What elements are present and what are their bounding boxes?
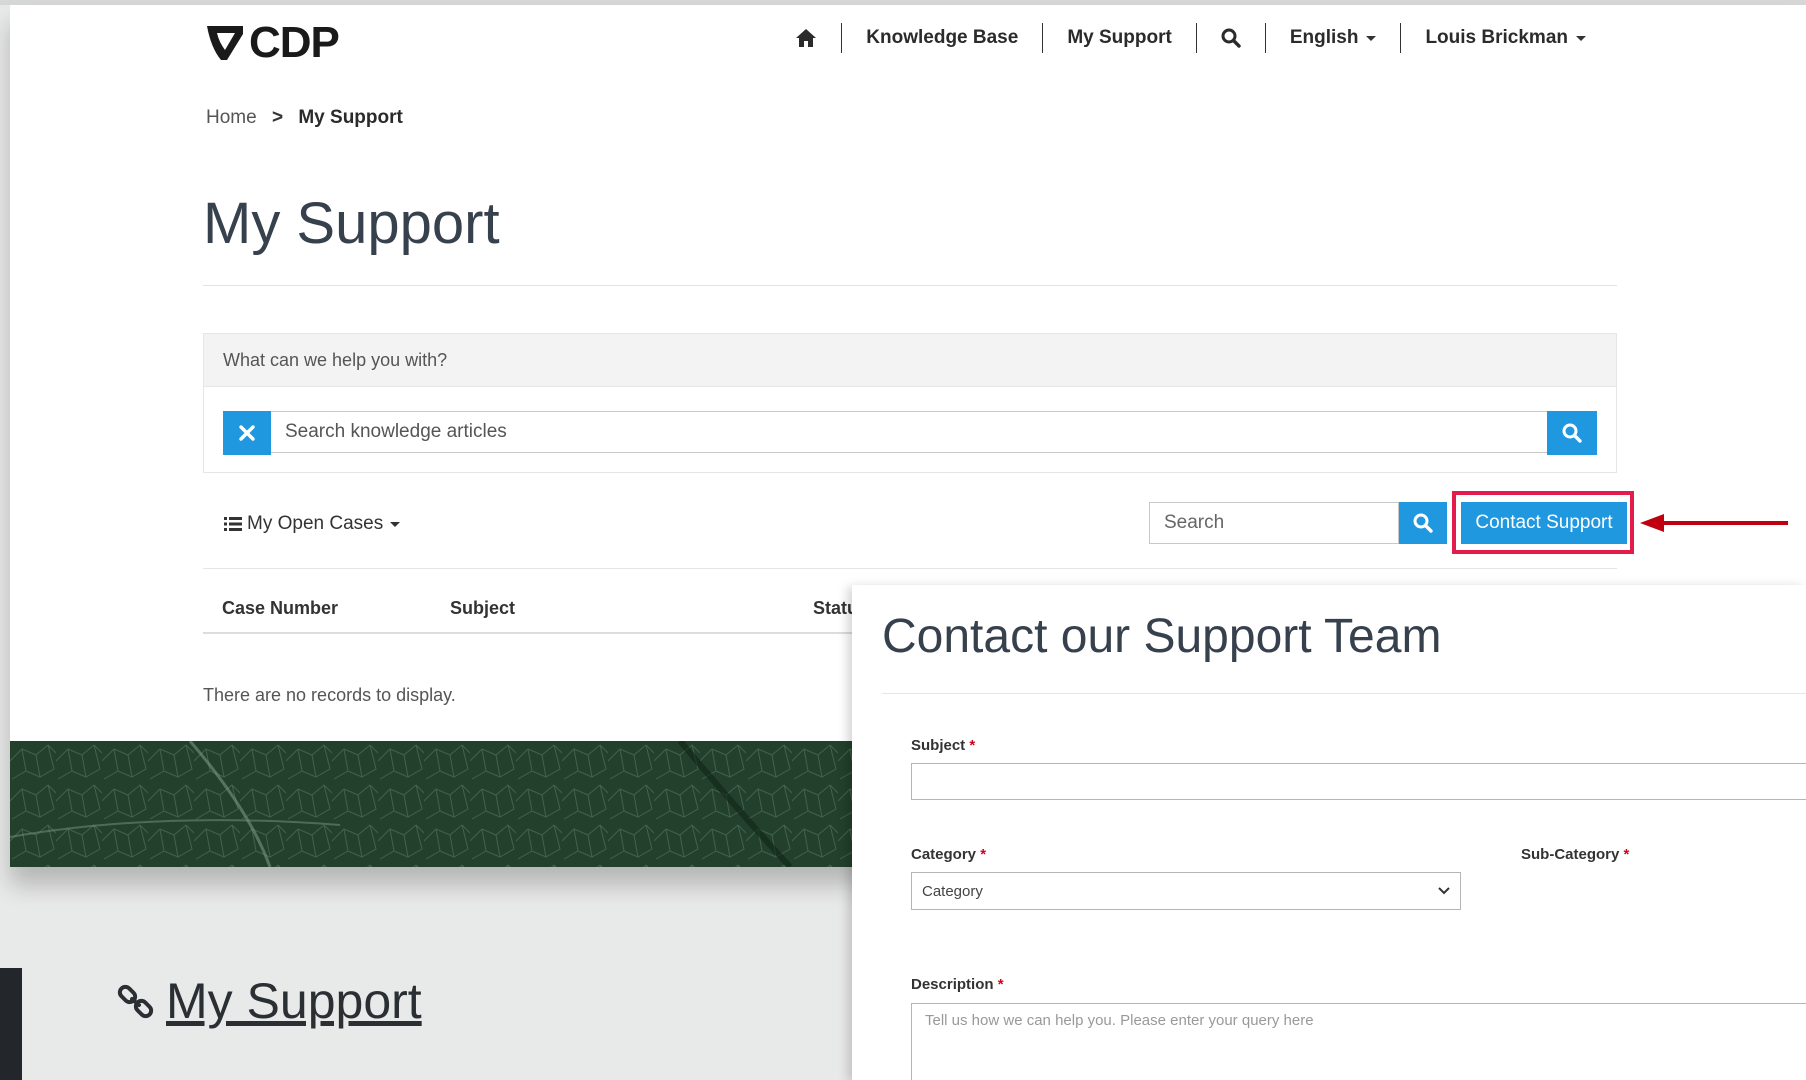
description-textarea[interactable]	[911, 1003, 1806, 1080]
case-view-dropdown[interactable]: My Open Cases	[224, 513, 401, 535]
category-selected-value: Category	[922, 882, 983, 900]
description-label-text: Description	[911, 976, 994, 993]
language-label: English	[1289, 27, 1359, 48]
category-select[interactable]: Category	[911, 872, 1461, 910]
case-view-label: My Open Cases	[247, 513, 384, 534]
cdp-leaf-icon	[207, 26, 243, 60]
knowledge-search-button[interactable]	[1547, 411, 1597, 455]
home-icon	[796, 29, 817, 47]
contact-support-button[interactable]: Contact Support	[1461, 502, 1627, 544]
chevron-down-icon	[1576, 35, 1586, 41]
column-header-subject[interactable]: Subject	[450, 598, 515, 619]
breadcrumb-current: My Support	[298, 107, 403, 128]
required-marker: *	[997, 976, 1004, 993]
cases-toolbar: My Open Cases Contact Support	[203, 483, 1634, 568]
breadcrumb-separator: >	[271, 107, 284, 128]
breadcrumb-home[interactable]: Home	[206, 107, 257, 128]
page-title: My Support	[203, 191, 500, 256]
brand-name: CDP	[249, 18, 340, 67]
knowledge-search-input[interactable]	[271, 411, 1547, 453]
list-icon	[224, 517, 242, 531]
breadcrumb: Home > My Support	[206, 107, 403, 129]
cdp-logo[interactable]: CDP	[205, 18, 340, 67]
contact-form-divider	[882, 693, 1806, 694]
sidebar-edge	[0, 968, 22, 1080]
required-marker: *	[969, 737, 976, 754]
column-header-case-number[interactable]: Case Number	[222, 598, 338, 619]
contact-form-title: Contact our Support Team	[882, 610, 1442, 663]
title-divider	[203, 285, 1617, 286]
doc-link-text: My Support	[166, 973, 422, 1029]
top-nav: Knowledge Base My Support English Louis …	[771, 23, 1610, 53]
link-icon	[117, 984, 154, 1019]
nav-search[interactable]	[1195, 23, 1265, 53]
toolbar-divider	[203, 568, 1617, 569]
knowledge-search	[223, 411, 1597, 455]
pointer-arrow	[1640, 514, 1788, 532]
close-icon	[239, 425, 255, 441]
subject-label-text: Subject	[911, 737, 966, 754]
subject-label: Subject *	[911, 737, 975, 754]
nav-my-support[interactable]: My Support	[1042, 23, 1196, 53]
help-heading: What can we help you with?	[204, 334, 1616, 387]
empty-table-message: There are no records to display.	[203, 685, 456, 705]
nav-language[interactable]: English	[1264, 23, 1401, 53]
search-icon	[1413, 513, 1433, 533]
required-marker: *	[1623, 846, 1630, 863]
search-icon	[1221, 28, 1241, 48]
case-search-button[interactable]	[1399, 502, 1447, 544]
nav-user-menu[interactable]: Louis Brickman	[1400, 23, 1610, 53]
search-icon	[1562, 423, 1582, 443]
nav-home[interactable]	[771, 23, 841, 53]
chevron-down-icon	[1438, 887, 1450, 895]
subcategory-label-text: Sub-Category	[1521, 846, 1620, 863]
user-name: Louis Brickman	[1425, 27, 1568, 48]
help-search-panel: What can we help you with?	[203, 333, 1617, 473]
case-search-input[interactable]	[1149, 502, 1399, 544]
required-marker: *	[980, 846, 987, 863]
chevron-down-icon	[390, 521, 401, 527]
description-label: Description *	[911, 976, 1004, 993]
nav-knowledge-base[interactable]: Knowledge Base	[841, 23, 1042, 53]
chevron-down-icon	[1366, 35, 1377, 41]
clear-search-button[interactable]	[223, 411, 271, 455]
category-label-text: Category	[911, 846, 977, 863]
contact-form-panel: Contact our Support Team Subject * Categ…	[852, 585, 1806, 1080]
subcategory-label: Sub-Category *	[1521, 846, 1629, 863]
my-support-doc-link[interactable]: My Support	[116, 972, 422, 1030]
category-label: Category *	[911, 846, 986, 863]
subject-input[interactable]	[911, 763, 1806, 800]
